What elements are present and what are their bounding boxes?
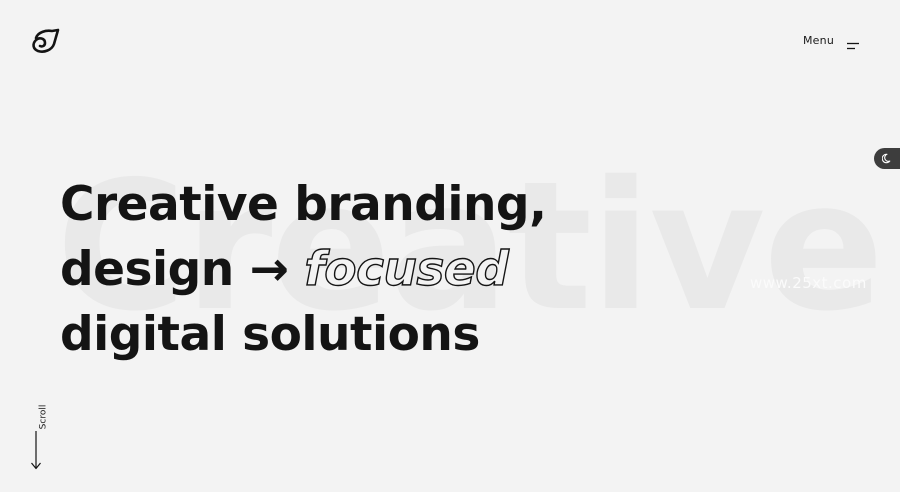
brand-logo-icon[interactable] (30, 26, 62, 56)
hero-headline: Creative branding, design → focused digi… (60, 172, 547, 367)
scroll-indicator[interactable]: Scroll (28, 398, 48, 472)
hamburger-menu-icon[interactable] (846, 36, 860, 49)
headline-line-1: Creative branding, (60, 177, 547, 232)
watermark: www.25xt.com (750, 274, 867, 292)
headline-outlined-word: focused (304, 241, 510, 297)
arrow-right-glyph: → (249, 242, 289, 297)
moon-icon[interactable] (881, 149, 893, 168)
menu-button[interactable]: Menu (803, 34, 860, 49)
headline-word-design: design (60, 242, 234, 297)
page: Menu Creative www.25xt.com Creative bran… (0, 0, 900, 492)
headline-line-3: digital solutions (60, 307, 480, 362)
scroll-label[interactable]: Scroll (38, 405, 48, 430)
menu-label[interactable]: Menu (803, 34, 834, 47)
arrow-down-icon[interactable] (30, 430, 42, 470)
headline-line-2: design → focused (60, 237, 546, 302)
